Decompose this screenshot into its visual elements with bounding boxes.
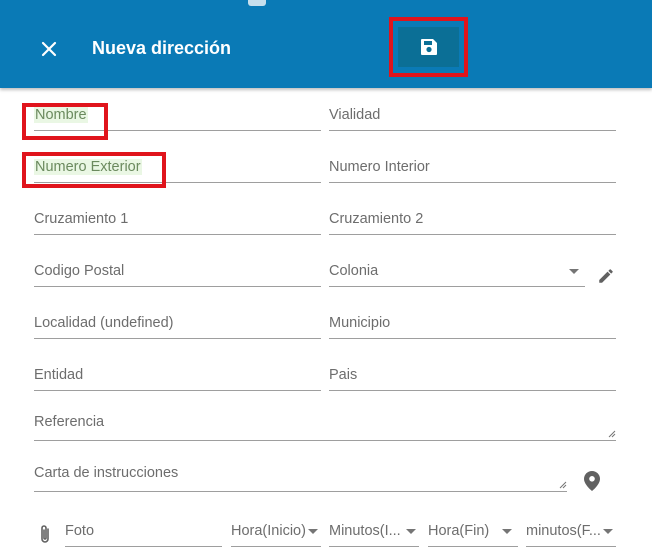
attach-button[interactable] — [34, 522, 56, 548]
resize-handle-icon[interactable] — [608, 430, 616, 438]
close-icon — [41, 41, 57, 57]
numero-exterior-field[interactable]: Numero Exterior — [34, 156, 321, 183]
numero-exterior-label: Numero Exterior — [34, 159, 142, 175]
municipio-field[interactable]: Municipio — [329, 312, 616, 339]
save-button[interactable] — [398, 27, 459, 67]
localidad-label: Localidad (undefined) — [34, 315, 174, 331]
codigo-postal-field[interactable]: Codigo Postal — [34, 260, 321, 287]
close-button[interactable] — [36, 36, 62, 62]
save-highlight — [389, 17, 468, 77]
resize-handle-icon[interactable] — [559, 481, 567, 489]
hora-fin-dropdown-arrow — [502, 529, 512, 534]
vialidad-label: Vialidad — [329, 107, 381, 123]
hora-inicio-dropdown-arrow — [308, 529, 318, 534]
municipio-label: Municipio — [329, 315, 391, 331]
app-bar: Nueva dirección — [0, 0, 652, 88]
pais-label: Pais — [329, 367, 358, 383]
window-notch — [248, 0, 266, 6]
localidad-field[interactable]: Localidad (undefined) — [34, 312, 321, 339]
numero-interior-field[interactable]: Numero Interior — [329, 156, 616, 183]
hora-inicio-label: Hora(Inicio) — [231, 523, 306, 539]
hora-fin-select[interactable]: Hora(Fin) — [428, 520, 518, 547]
carta-instrucciones-textarea[interactable]: Carta de instrucciones — [34, 465, 567, 492]
minutos-inicio-label: Minutos(I... — [329, 523, 401, 539]
minutos-inicio-select[interactable]: Minutos(I... — [329, 520, 419, 547]
cruzamiento-1-label: Cruzamiento 1 — [34, 211, 129, 227]
minutos-fin-dropdown-arrow — [603, 529, 613, 534]
minutos-fin-select[interactable]: minutos(F... — [526, 520, 616, 547]
vialidad-field[interactable]: Vialidad — [329, 104, 616, 131]
map-pin-icon — [584, 471, 600, 491]
page-title: Nueva dirección — [92, 38, 232, 58]
numero-interior-label: Numero Interior — [329, 159, 430, 175]
referencia-textarea[interactable]: Referencia — [34, 414, 616, 441]
foto-field[interactable]: Foto — [65, 520, 222, 547]
cruzamiento-2-label: Cruzamiento 2 — [329, 211, 424, 227]
entidad-field[interactable]: Entidad — [34, 364, 321, 391]
minutos-inicio-dropdown-arrow — [406, 529, 416, 534]
pencil-icon — [599, 269, 613, 283]
floppy-disk-icon — [420, 39, 437, 55]
nombre-field[interactable]: Nombre — [34, 104, 321, 131]
cruzamiento-2-field[interactable]: Cruzamiento 2 — [329, 208, 616, 235]
hora-inicio-select[interactable]: Hora(Inicio) — [231, 520, 321, 547]
minutos-fin-label: minutos(F... — [526, 523, 601, 539]
referencia-label: Referencia — [34, 414, 105, 430]
entidad-label: Entidad — [34, 367, 84, 383]
codigo-postal-label: Codigo Postal — [34, 263, 125, 279]
colonia-label: Colonia — [329, 263, 379, 279]
pais-field[interactable]: Pais — [329, 364, 616, 391]
cruzamiento-1-field[interactable]: Cruzamiento 1 — [34, 208, 321, 235]
location-button[interactable] — [580, 469, 604, 493]
colonia-select[interactable]: Colonia — [329, 260, 585, 287]
hora-fin-label: Hora(Fin) — [428, 523, 490, 539]
paperclip-icon — [41, 525, 49, 543]
nombre-label: Nombre — [34, 107, 88, 123]
colonia-dropdown-arrow — [569, 269, 579, 274]
edit-colonia-button[interactable] — [594, 264, 618, 288]
foto-label: Foto — [65, 523, 95, 539]
carta-instrucciones-label: Carta de instrucciones — [34, 465, 179, 481]
